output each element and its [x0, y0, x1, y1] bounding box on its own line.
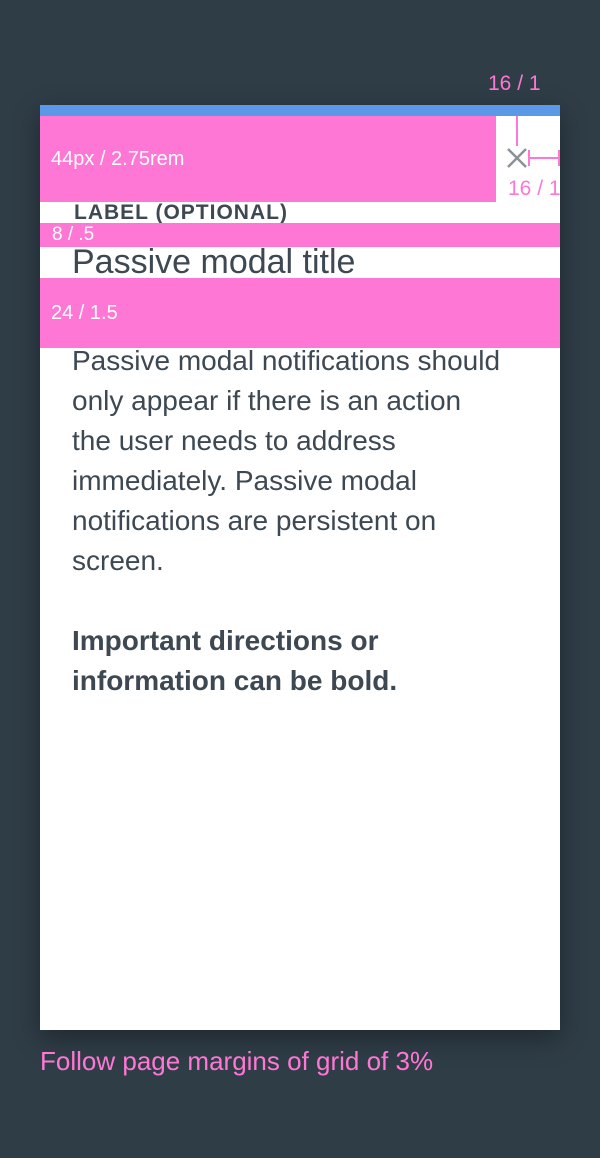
modal-label: LABEL (OPTIONAL): [74, 201, 288, 224]
spec-header-height-band: 44px / 2.75rem: [40, 116, 496, 202]
page-stage: 16 / 1 44px / 2.75rem 16 / 1 LABEL (OPTI…: [0, 0, 600, 1158]
close-icon[interactable]: [505, 146, 529, 170]
spec-side-spacing-label: 16 / 1: [508, 177, 561, 200]
modal-body-text: Passive modal notifications should only …: [72, 345, 501, 576]
spec-title-gap-label: 24 / 1.5: [51, 301, 118, 324]
spec-vertical-measure: [516, 116, 518, 146]
spec-header-height-label: 44px / 2.75rem: [51, 147, 185, 170]
spec-footer-note: Follow page margins of grid of 3%: [40, 1046, 434, 1076]
modal-title: Passive modal title: [72, 243, 356, 281]
spec-title-gap-band: 24 / 1.5: [40, 278, 560, 348]
spec-horizontal-measure: [528, 150, 560, 166]
modal-body-bold-text: Important directions or information can …: [72, 625, 398, 696]
modal-body: Passive modal notifications should only …: [72, 341, 502, 741]
spec-top-spacing-label: 16 / 1: [488, 72, 541, 95]
modal-accent-bar: [40, 105, 560, 116]
passive-modal: 44px / 2.75rem 16 / 1 LABEL (OPTIONAL) 8…: [40, 105, 561, 1030]
